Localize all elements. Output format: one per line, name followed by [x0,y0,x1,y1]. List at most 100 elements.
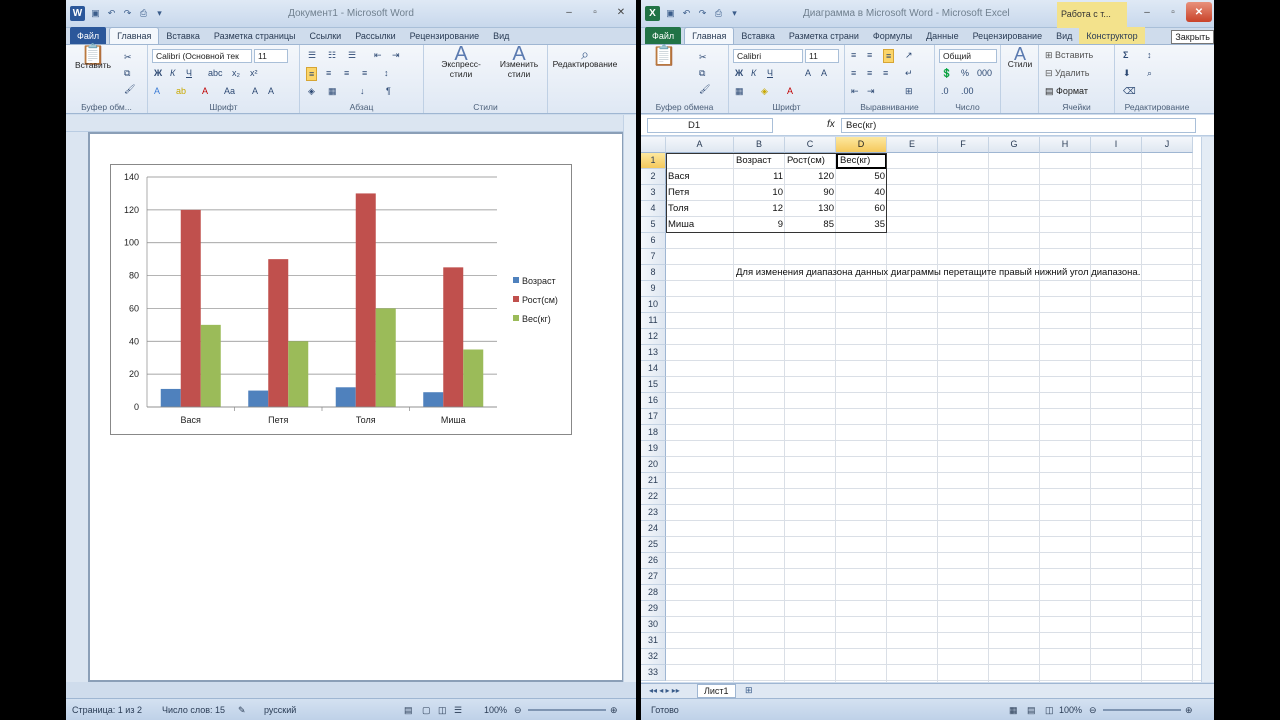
vertical-ruler[interactable] [66,132,88,682]
cell-d2[interactable]: 50 [836,169,887,185]
tab-view[interactable]: Вид [1049,27,1079,44]
row-header-7[interactable]: 7 [641,249,666,265]
row-header-20[interactable]: 20 [641,457,666,473]
new-sheet-icon[interactable]: ⊞ [745,685,753,696]
minimize-icon[interactable]: – [556,2,582,22]
grow-font-icon[interactable]: A [805,67,811,79]
zoom-out-icon[interactable]: ⊖ [514,705,522,716]
cell-b4[interactable]: 12 [734,201,785,217]
row-header-2[interactable]: 2 [641,169,666,185]
insert-cells-button[interactable]: ⊞ Вставить [1045,49,1093,61]
align-bottom-icon[interactable]: ≡ [883,49,895,63]
undo-icon[interactable]: ↶ [681,8,692,19]
tab-references[interactable]: Ссылки [303,27,349,44]
currency-icon[interactable]: 💲 [941,67,952,79]
format-painter-icon[interactable]: 🖌 [124,83,135,95]
decrease-decimal-icon[interactable]: .00 [961,85,974,97]
tab-file[interactable]: Файл [645,27,682,44]
justify-icon[interactable]: ≡ [362,67,367,79]
document-page[interactable]: 0 20 40 60 80 100 120 140 Вася Петя Толя Миша Возрас… [90,134,622,680]
redo-icon[interactable]: ↷ [697,8,708,19]
embedded-chart[interactable]: 0 20 40 60 80 100 120 140 Вася Петя Толя Миша Возрас… [110,164,572,435]
sheet-tab-1[interactable]: Лист1 [697,684,736,698]
editing-button[interactable]: ⌕ Редактирование [550,47,620,69]
underline-icon[interactable]: Ч [767,67,773,79]
tab-data[interactable]: Данные [919,27,966,44]
row-header-6[interactable]: 6 [641,233,666,249]
page-count[interactable]: Страница: 1 из 2 [72,705,142,715]
column-header-j[interactable]: J [1142,137,1193,153]
align-right-icon[interactable]: ≡ [344,67,349,79]
borders-icon[interactable]: ▦ [735,85,744,97]
view-layout-icon[interactable]: ▤ [1027,705,1036,716]
styles-button[interactable]: A Стили [1003,45,1037,69]
word-zoom-slider[interactable] [528,709,606,711]
row-header-3[interactable]: 3 [641,185,666,201]
copy-icon[interactable]: ⧉ [699,67,705,79]
tab-home[interactable]: Главная [684,27,735,44]
row-header-5[interactable]: 5 [641,217,666,233]
paste-button[interactable]: 📋 Вставить [74,45,112,70]
sheet-nav-icon[interactable]: ◂◂ ◂ ▸ ▸▸ [649,686,680,695]
cell-a4[interactable]: Толя [666,201,734,217]
language[interactable]: русский [264,705,296,715]
tab-page-layout[interactable]: Разметка страни [782,27,866,44]
view-normal-icon[interactable]: ▦ [1009,705,1018,716]
row-header-33[interactable]: 33 [641,665,666,681]
chart-tools-context-tab[interactable]: Работа с т... [1057,2,1127,28]
change-case-icon[interactable]: Aa [224,85,235,97]
italic-icon[interactable]: К [751,67,756,79]
view-pagebreak-icon[interactable]: ◫ [1045,705,1054,716]
row-header-17[interactable]: 17 [641,409,666,425]
row-header-21[interactable]: 21 [641,473,666,489]
column-header-e[interactable]: E [887,137,938,153]
row-header-19[interactable]: 19 [641,441,666,457]
cell-b2[interactable]: 11 [734,169,785,185]
horizontal-ruler[interactable] [66,115,636,132]
italic-icon[interactable]: К [170,67,175,79]
row-header-28[interactable]: 28 [641,585,666,601]
column-header-g[interactable]: G [989,137,1040,153]
align-center-icon[interactable]: ≡ [326,67,331,79]
font-name-select[interactable]: Calibri (Основной тек [152,49,252,63]
orientation-icon[interactable]: ↗ [905,49,913,61]
select-all-corner[interactable] [641,137,666,153]
align-right-icon[interactable]: ≡ [883,67,888,79]
multilevel-list-icon[interactable]: ☰ [348,49,356,61]
row-header-10[interactable]: 10 [641,297,666,313]
row-header-32[interactable]: 32 [641,649,666,665]
view-outline-icon[interactable]: ☰ [454,705,462,716]
cell-c5[interactable]: 85 [785,217,836,233]
shading-icon[interactable]: ◈ [308,85,315,97]
font-name-select[interactable]: Calibri [733,49,803,63]
row-header-23[interactable]: 23 [641,505,666,521]
cell-c3[interactable]: 90 [785,185,836,201]
show-marks-icon[interactable]: ¶ [386,85,391,97]
text-effects-icon[interactable]: A [154,85,160,97]
row-header-29[interactable]: 29 [641,601,666,617]
sort-filter-icon[interactable]: ↕ [1147,49,1152,61]
row-header-22[interactable]: 22 [641,489,666,505]
row-header-15[interactable]: 15 [641,377,666,393]
fill-color-icon[interactable]: ◈ [761,85,768,97]
column-header-a[interactable]: A [666,137,734,153]
worksheet-grid[interactable]: A B C D E F G H I J 1 2 3 4 5 6 7 8 9 10 11 12 13 14 15 16 17 18 19 2… [641,137,1201,682]
tab-insert[interactable]: Вставка [159,27,206,44]
row-header-24[interactable]: 24 [641,521,666,537]
cell-d3[interactable]: 40 [836,185,887,201]
increase-indent-icon[interactable]: ⇥ [867,85,875,97]
express-styles-button[interactable]: A Экспресс-стили [430,44,492,79]
decrease-indent-icon[interactable]: ⇤ [851,85,859,97]
increase-indent-icon[interactable]: ⇥ [392,49,400,61]
highlight-icon[interactable]: ab [176,85,186,97]
align-center-icon[interactable]: ≡ [867,67,872,79]
row-header-30[interactable]: 30 [641,617,666,633]
cell-b1[interactable]: Возраст [734,153,785,169]
increase-decimal-icon[interactable]: .0 [941,85,949,97]
spellcheck-icon[interactable]: ✎ [238,705,246,716]
cell-b5[interactable]: 9 [734,217,785,233]
customize-icon[interactable]: ▾ [729,8,740,19]
tab-design[interactable]: Конструктор [1079,27,1145,44]
cell-c2[interactable]: 120 [785,169,836,185]
merge-icon[interactable]: ⊞ [905,85,913,97]
